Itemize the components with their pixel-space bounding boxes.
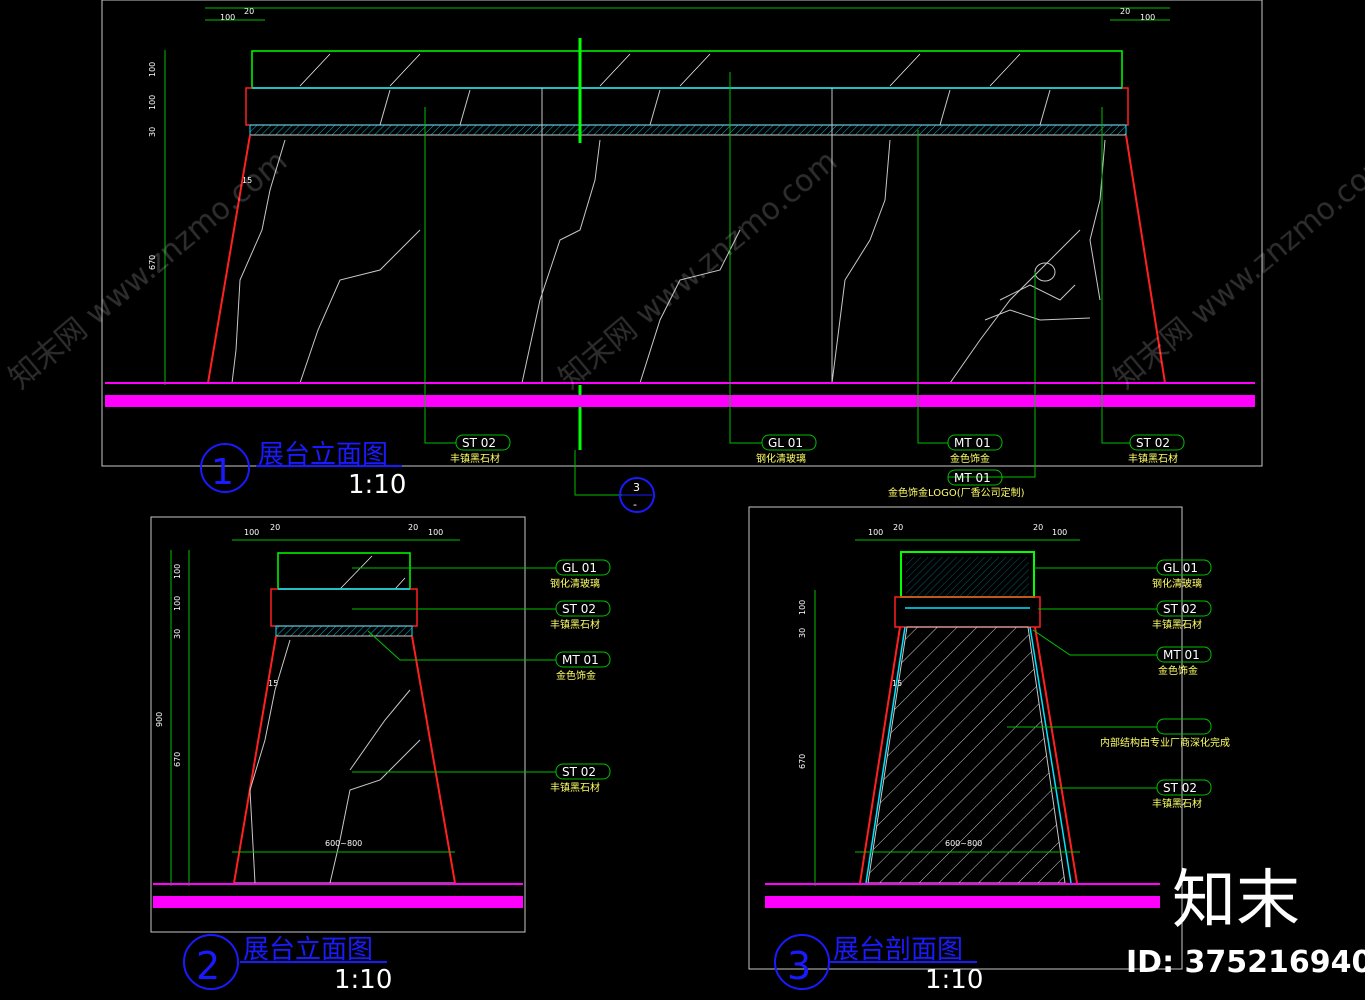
v2-callout-3-code: MT 01	[562, 653, 599, 667]
v3-callout-4-note: 内部结构由专业厂商深化完成	[1100, 736, 1230, 749]
v2-dim-v3: 30	[173, 629, 182, 639]
v3-callout-2-note: 丰镇黑石材	[1152, 618, 1202, 631]
v3-dim-top-l2: 20	[893, 523, 903, 532]
v2-metal-strip	[275, 625, 413, 637]
v2-dim-top-r2: 100	[428, 528, 443, 537]
v1-view-scale: 1:10	[348, 470, 406, 500]
v3-dim-width: 600~800	[945, 839, 982, 848]
v3-view-scale: 1:10	[925, 965, 983, 995]
v1-dim-top-l1: 100	[220, 13, 235, 22]
v3-dim-top-r1: 20	[1033, 523, 1043, 532]
v1-dim-top-r2: 100	[1140, 13, 1155, 22]
v2-dim-total: 900	[155, 712, 164, 727]
v1-section-marker-bottom: -	[633, 498, 637, 511]
v3-dim-top-r2: 100	[1052, 528, 1067, 537]
v1-dim-v1: 100	[148, 62, 157, 77]
v1-view-number: 1	[211, 452, 234, 493]
v3-dim-v4: 670	[798, 754, 807, 769]
view-1-elevation: 100 20 20 100 100 100 30 15 670 ST 02 丰镇…	[101, 0, 1263, 513]
v1-metal-strip	[249, 124, 1127, 136]
v3-callout-3-note: 金色饰金	[1158, 664, 1198, 677]
v2-callout-4-code: ST 02	[562, 765, 596, 779]
v1-dim-v3: 30	[148, 127, 157, 137]
v2-glass-top	[277, 552, 411, 590]
v1-logo-callout-note: 金色饰金LOGO(厂香公司定制)	[888, 486, 1025, 499]
v2-callout-2-code: ST 02	[562, 602, 596, 616]
v1-glass-top	[251, 50, 1123, 89]
v3-callout-3-code: MT 01	[1163, 648, 1200, 662]
v1-callout-3-code: MT 01	[954, 436, 991, 450]
v2-callout-1-note: 钢化清玻璃	[550, 577, 600, 590]
v2-callout-3-note: 金色饰金	[556, 669, 596, 682]
v1-callout-3-note: 金色饰金	[950, 452, 990, 465]
v1-section-marker-top: 3	[633, 481, 640, 494]
v2-callout-4-note: 丰镇黑石材	[550, 781, 600, 794]
v1-dim-v2: 100	[148, 95, 157, 110]
v2-dim-top-l1: 100	[244, 528, 259, 537]
v2-dim-v5: 670	[173, 752, 182, 767]
v3-view-number: 3	[787, 944, 811, 988]
v3-view-title: 展台剖面图	[833, 935, 963, 965]
watermark-diag-1: 知末网 www.znzmo.com	[3, 144, 294, 396]
watermark-logo: 知末	[1172, 864, 1300, 938]
v2-view-title: 展台立面图	[243, 935, 373, 965]
v3-floor	[765, 896, 1160, 908]
v1-logo-callout-code: MT 01	[954, 471, 991, 485]
cad-drawing-canvas: 100 20 20 100 100 100 30 15 670 ST 02 丰镇…	[3, 0, 1365, 995]
v1-gold-logo	[984, 262, 1091, 321]
v3-callout-5-code: ST 02	[1163, 781, 1197, 795]
v2-callout-2-note: 丰镇黑石材	[550, 618, 600, 631]
v3-callout-5-note: 丰镇黑石材	[1152, 797, 1202, 810]
v1-floor	[105, 395, 1255, 407]
v3-stone-band	[894, 596, 1041, 628]
v2-dim-v1: 100	[173, 564, 182, 579]
v1-callout-1-note: 丰镇黑石材	[450, 452, 500, 465]
v2-view-scale: 1:10	[334, 965, 392, 995]
v1-callout-1-code: ST 02	[462, 436, 496, 450]
v1-callout-4-note: 丰镇黑石材	[1128, 452, 1178, 465]
v2-dim-v2: 100	[173, 596, 182, 611]
v3-dim-v2: 30	[798, 628, 807, 638]
watermark-id: ID: 375216940	[1126, 945, 1365, 980]
v2-floor	[153, 896, 523, 908]
v2-dim-width: 600~800	[325, 839, 362, 848]
v1-callout-2-note: 钢化清玻璃	[756, 452, 806, 465]
v1-callout-4-code: ST 02	[1136, 436, 1170, 450]
v2-dim-top-l2: 20	[270, 523, 280, 532]
watermark-diag-2: 知末网 www.znzmo.com	[553, 144, 844, 396]
v1-dim-top-r1: 20	[1120, 7, 1130, 16]
view-2-elevation: 100 20 20 100 100 100 30 15 670 900 600~…	[150, 516, 611, 995]
v3-callout-1-note: 钢化清玻璃	[1152, 577, 1202, 590]
watermark-diagonal: 知末网 www.znzmo.com 知末网 www.znzmo.com 知末网 …	[3, 144, 1365, 396]
v2-callout-1-code: GL 01	[562, 561, 597, 575]
v3-callout-1-code: GL 01	[1163, 561, 1198, 575]
view-2-frame	[150, 516, 526, 933]
v3-callout-2-code: ST 02	[1163, 602, 1197, 616]
v3-dim-top-l1: 100	[868, 528, 883, 537]
v1-dim-top-l2: 20	[244, 7, 254, 16]
v1-callout-2-code: GL 01	[768, 436, 803, 450]
view-3-section: 100 20 20 100 100 30 15 670 600~800 GL 0…	[748, 506, 1230, 995]
v2-view-number: 2	[196, 944, 220, 988]
v1-stone-band	[245, 87, 1129, 126]
v2-dim-top-r1: 20	[408, 523, 418, 532]
v3-dim-v1: 100	[798, 600, 807, 615]
v2-stone-band	[270, 588, 418, 627]
